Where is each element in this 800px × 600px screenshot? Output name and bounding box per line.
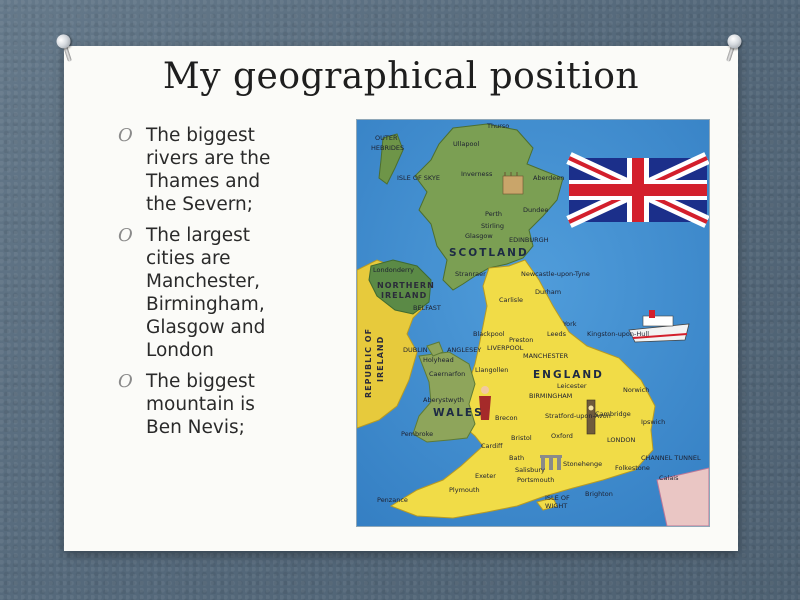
place-label: Thurso — [486, 122, 509, 130]
place-label: Penzance — [377, 496, 408, 504]
place-label: Plymouth — [449, 486, 480, 494]
place-label: Kingston-upon-Hull — [587, 330, 649, 338]
bullet-marker: O — [118, 125, 133, 146]
place-label: Durham — [535, 288, 561, 296]
bullet-item: O The biggest mountain is Ben Nevis; — [118, 370, 278, 439]
place-label: OUTER — [375, 134, 398, 142]
region-label-wales: WALES — [433, 407, 484, 419]
place-label: Portsmouth — [517, 476, 554, 484]
region-label-england: ENGLAND — [533, 369, 604, 381]
place-label: CHANNEL TUNNEL — [641, 454, 701, 462]
place-label: Stonehenge — [563, 460, 602, 468]
place-label: Cardiff — [481, 442, 503, 450]
place-label: Aberystwyth — [423, 396, 464, 404]
place-label: Exeter — [475, 472, 496, 480]
place-label: Leicester — [557, 382, 587, 390]
bullet-marker: O — [118, 225, 133, 246]
place-label: York — [562, 320, 577, 328]
place-label: Stirling — [481, 222, 504, 230]
bullet-item: O The largest cities are Manchester, Bir… — [118, 224, 278, 362]
place-label: EDINBURGH — [509, 236, 549, 244]
place-label: ISLE OF SKYE — [397, 174, 440, 182]
place-label: Inverness — [461, 170, 493, 178]
place-label: Holyhead — [423, 356, 454, 364]
place-label: Blackpool — [473, 330, 505, 338]
place-label: Cambridge — [595, 410, 631, 418]
place-label: MANCHESTER — [523, 352, 569, 360]
uk-map: SCOTLAND ENGLAND WALES NORTHERN IRELAND … — [356, 119, 710, 527]
place-label: Carlisle — [499, 296, 523, 304]
place-label: Pembroke — [401, 430, 433, 438]
bullet-text: The largest cities are Manchester, Birmi… — [146, 225, 266, 361]
place-label: Folkestone — [615, 464, 650, 472]
bullet-text: The biggest mountain is Ben Nevis; — [146, 371, 255, 438]
place-label: Bristol — [511, 434, 532, 442]
place-label: Newcastle-upon-Tyne — [521, 270, 590, 278]
place-label: HEBRIDES — [371, 144, 404, 152]
place-label: Bath — [509, 454, 524, 462]
place-label: DUBLIN — [403, 346, 428, 354]
place-label: Aberdeen — [533, 174, 564, 182]
place-label: Dundee — [523, 206, 548, 214]
place-label: Brecon — [495, 414, 518, 422]
place-label: Llangollen — [475, 366, 508, 374]
union-jack-flag-icon — [566, 152, 709, 228]
place-label: Norwich — [623, 386, 649, 394]
place-label: Ullapool — [453, 140, 479, 148]
place-label: Salisbury — [515, 466, 545, 474]
slide-title: My geographical position — [162, 56, 640, 97]
bullet-list: O The biggest rivers are the Thames and … — [118, 124, 278, 447]
place-label: Oxford — [551, 432, 573, 440]
place-label: ANGLESEY — [447, 346, 481, 354]
region-label-scotland: SCOTLAND — [449, 247, 529, 259]
place-label: Preston — [509, 336, 533, 344]
place-label: WIGHT — [545, 502, 567, 510]
place-label: Glasgow — [465, 232, 493, 240]
place-label: Ipswich — [641, 418, 665, 426]
place-label: Stranraer — [455, 270, 486, 278]
place-label: LIVERPOOL — [487, 344, 524, 352]
bullet-item: O The biggest rivers are the Thames and … — [118, 124, 278, 216]
place-label: Brighton — [585, 490, 613, 498]
bullet-marker: O — [118, 371, 133, 392]
place-label: LONDON — [607, 436, 635, 444]
bullet-text: The biggest rivers are the Thames and th… — [146, 125, 271, 215]
region-label-republic: IRELAND — [376, 336, 385, 382]
place-label: Londonderry — [373, 266, 414, 274]
place-label: Calais — [659, 474, 679, 482]
place-label: Caernarfon — [429, 370, 465, 378]
region-label-northern-ireland: IRELAND — [381, 291, 427, 300]
region-label-republic: REPUBLIC OF — [364, 328, 373, 398]
place-label: BIRMINGHAM — [529, 392, 572, 400]
place-label: ISLE OF — [545, 494, 570, 502]
place-label: Leeds — [547, 330, 567, 338]
place-label: Perth — [485, 210, 502, 218]
region-label-northern-ireland: NORTHERN — [377, 281, 435, 290]
place-label: BELFAST — [413, 304, 441, 312]
